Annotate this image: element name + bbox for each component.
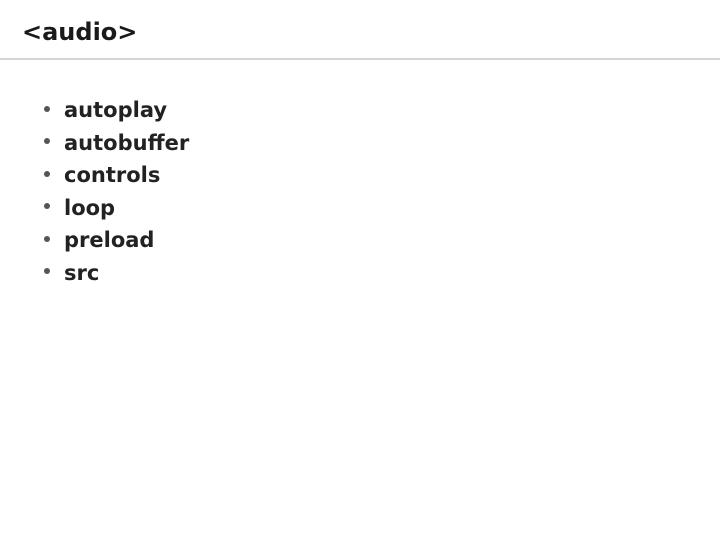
list-item: preload [42,224,698,257]
slide: <audio> autoplay autobuffer controls loo… [0,0,720,540]
list-item: loop [42,192,698,225]
list-item: controls [42,159,698,192]
divider [0,58,720,60]
list-item: autobuffer [42,127,698,160]
attribute-list: autoplay autobuffer controls loop preloa… [22,94,698,289]
list-item: autoplay [42,94,698,127]
list-item: src [42,257,698,290]
page-title: <audio> [22,18,698,58]
